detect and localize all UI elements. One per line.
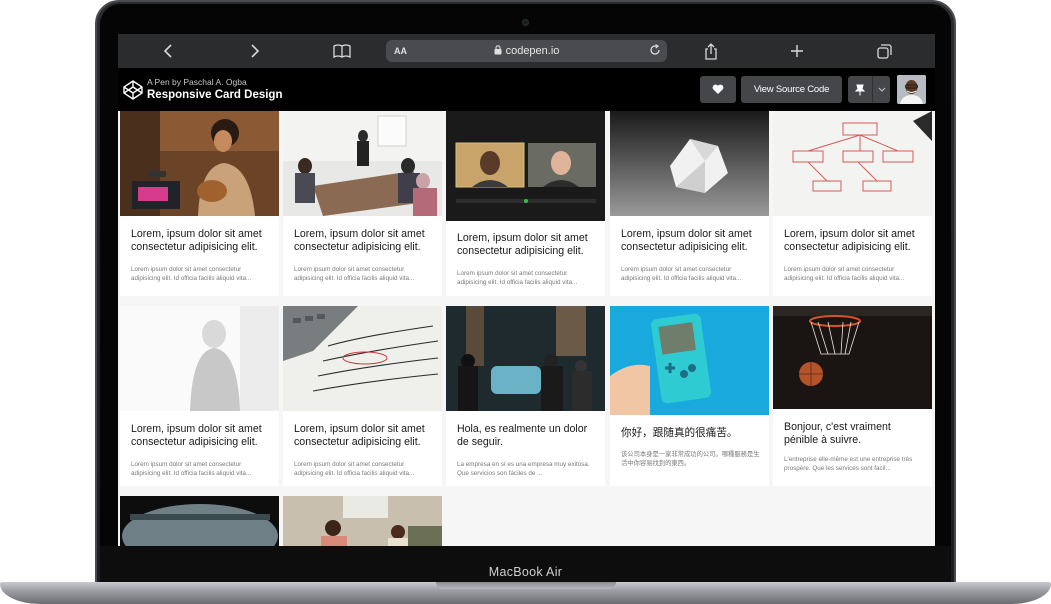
card-title: Lorem, ipsum dolor sit amet consectetur … xyxy=(294,228,425,253)
card-title: Lorem, ipsum dolor sit amet consectetur … xyxy=(621,228,752,253)
lock-icon xyxy=(494,45,502,57)
card-text: La empresa en sí es una empresa muy exit… xyxy=(457,461,590,477)
card-title: Lorem, ipsum dolor sit amet consectetur … xyxy=(784,228,915,253)
card-title: Hola, es realmente un dolor de seguir. xyxy=(457,423,588,448)
card-text: 该公司本身是一家非常成功的公司。哪種服務是生活中你容易找到的東西。 xyxy=(621,451,760,467)
heart-button[interactable] xyxy=(700,76,736,103)
url-text: codepen.io xyxy=(505,45,560,57)
laptop-mockup: AA codepen.io A Pen by Paschal A. Ogba R… xyxy=(0,0,1051,604)
card-image-crumpled-paper xyxy=(610,111,769,216)
card-image-basketball-hoop xyxy=(773,306,932,409)
heart-icon xyxy=(712,84,724,94)
chevron-right-icon xyxy=(251,44,260,58)
card-title: Lorem, ipsum dolor sit amet consectetur … xyxy=(294,423,425,448)
card[interactable] xyxy=(283,496,442,546)
share-icon xyxy=(705,42,717,60)
card[interactable]: Lorem, ipsum dolor sit amet consectetur … xyxy=(120,306,279,486)
card[interactable]: Lorem, ipsum dolor sit amet consectetur … xyxy=(446,111,605,296)
card-text: Lorem ipsum dolor sit amet consectetur a… xyxy=(457,270,578,286)
card-image-statue-bust xyxy=(120,306,279,411)
card[interactable]: Lorem, ipsum dolor sit amet consectetur … xyxy=(283,111,442,296)
card-text: Lorem ipsum dolor sit amet consectetur a… xyxy=(294,266,415,282)
pin-icon[interactable] xyxy=(848,76,872,103)
card-title: Lorem, ipsum dolor sit amet consectetur … xyxy=(131,228,262,253)
card-text: Lorem ipsum dolor sit amet consectetur a… xyxy=(131,266,252,282)
pen-title: Responsive Card Design xyxy=(147,89,283,101)
card-text: Lorem ipsum dolor sit amet consectetur a… xyxy=(621,266,742,282)
card-image-woman-headphones xyxy=(120,111,279,216)
card[interactable]: Bonjour, c'est vraiment pénible à suivre… xyxy=(773,306,932,486)
address-bar[interactable]: AA codepen.io xyxy=(386,40,667,62)
laptop-notch xyxy=(436,582,616,589)
pen-byline[interactable]: A Pen by Paschal A. Ogba xyxy=(147,77,247,87)
card-title: 你好，跟随真的很痛苦。 xyxy=(621,427,738,439)
card[interactable]: Lorem, ipsum dolor sit amet consectetur … xyxy=(283,306,442,486)
card-image-harbor-view xyxy=(120,496,279,546)
reload-icon[interactable] xyxy=(649,43,661,59)
codepen-header: A Pen by Paschal A. Ogba Responsive Card… xyxy=(118,68,935,111)
codepen-logo-icon[interactable] xyxy=(123,80,143,100)
card-grid: Lorem, ipsum dolor sit amet consectetur … xyxy=(118,111,935,546)
card-text: L'entreprise elle-même est une entrepris… xyxy=(784,456,913,472)
tabs-button[interactable] xyxy=(870,34,898,68)
forward-button[interactable] xyxy=(241,34,269,68)
camera-icon xyxy=(522,19,529,26)
card[interactable] xyxy=(120,496,279,546)
card-image-game-boy xyxy=(610,306,769,415)
book-icon xyxy=(333,44,351,58)
browser-toolbar: AA codepen.io xyxy=(118,34,935,68)
card-image-street-crowd xyxy=(446,306,605,411)
card-image-office-meeting xyxy=(283,111,442,216)
card[interactable]: Lorem, ipsum dolor sit amet consectetur … xyxy=(610,111,769,296)
card-title: Lorem, ipsum dolor sit amet consectetur … xyxy=(131,423,262,448)
tabs-icon xyxy=(876,43,892,59)
card-image-calculator-document xyxy=(283,306,442,411)
card-image-whiteboard-flowchart xyxy=(773,111,932,216)
card[interactable]: Lorem, ipsum dolor sit amet consectetur … xyxy=(120,111,279,296)
card-text: Lorem ipsum dolor sit amet consectetur a… xyxy=(131,461,252,477)
screen: AA codepen.io A Pen by Paschal A. Ogba R… xyxy=(118,34,935,546)
card-image-family-reading xyxy=(283,496,442,546)
card-title: Lorem, ipsum dolor sit amet consectetur … xyxy=(457,232,588,257)
back-button[interactable] xyxy=(154,34,182,68)
view-source-button[interactable]: View Source Code xyxy=(741,76,842,103)
share-button[interactable] xyxy=(697,34,725,68)
chevron-left-icon xyxy=(163,44,172,58)
plus-icon xyxy=(791,45,803,57)
card-title: Bonjour, c'est vraiment pénible à suivre… xyxy=(784,421,891,446)
pin-button[interactable] xyxy=(848,76,890,103)
bookmarks-button[interactable] xyxy=(328,34,356,68)
avatar[interactable] xyxy=(897,75,926,104)
new-tab-button[interactable] xyxy=(783,34,811,68)
chevron-down-icon[interactable] xyxy=(872,76,890,103)
card[interactable]: 你好，跟随真的很痛苦。 该公司本身是一家非常成功的公司。哪種服務是生活中你容易找… xyxy=(610,306,769,486)
text-size-button[interactable]: AA xyxy=(394,46,407,56)
card-text: Lorem ipsum dolor sit amet consectetur a… xyxy=(294,461,415,477)
card-text: Lorem ipsum dolor sit amet consectetur a… xyxy=(784,266,905,282)
card[interactable]: Hola, es realmente un dolor de seguir. L… xyxy=(446,306,605,486)
device-brand-label: MacBook Air xyxy=(488,565,563,579)
card[interactable]: Lorem, ipsum dolor sit amet consectetur … xyxy=(773,111,932,296)
card-image-video-call xyxy=(446,111,605,221)
